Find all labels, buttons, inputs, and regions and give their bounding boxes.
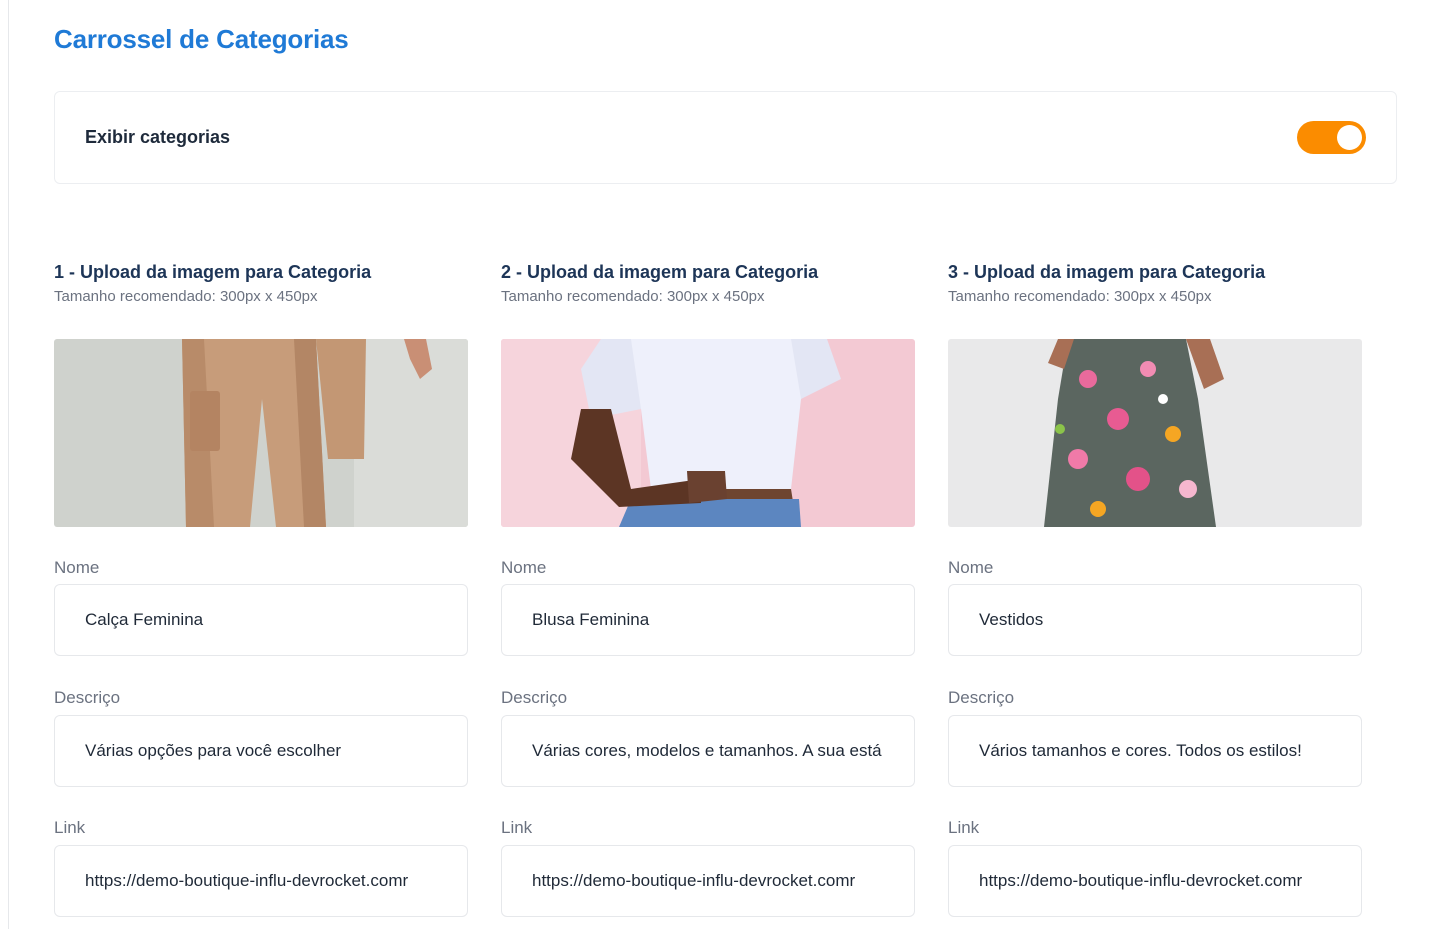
category-upload-title: 1 - Upload da imagem para Categoria (54, 262, 372, 282)
category-image-pants[interactable] (54, 339, 468, 527)
page-title: Carrossel de Categorias (54, 24, 349, 54)
name-label: Nome (501, 558, 547, 577)
name-input[interactable]: Blusa Feminina (501, 584, 915, 656)
category-image-blouse[interactable] (501, 339, 915, 527)
display-categories-toggle[interactable] (1297, 121, 1366, 154)
link-input[interactable]: https://demo-boutique-influ-devrocket.co… (54, 845, 468, 917)
link-input[interactable]: https://demo-boutique-influ-devrocket.co… (948, 845, 1362, 917)
description-input[interactable]: Várias cores, modelos e tamanhos. A sua … (501, 715, 915, 787)
category-upload-title: 3 - Upload da imagem para Categoria (948, 262, 1266, 282)
description-label: Descriço (948, 688, 1015, 707)
link-label: Link (948, 818, 980, 837)
display-categories-label: Exibir categorias (85, 127, 231, 147)
category-upload-size-hint: Tamanho recomendado: 300px x 450px (54, 288, 318, 305)
description-input[interactable]: Várias opções para você escolher (54, 715, 468, 787)
description-input[interactable]: Vários tamanhos e cores. Todos os estilo… (948, 715, 1362, 787)
name-label: Nome (54, 558, 100, 577)
left-divider (8, 0, 9, 929)
category-upload-title: 2 - Upload da imagem para Categoria (501, 262, 819, 282)
description-label: Descriço (54, 688, 121, 707)
toggle-knob (1337, 125, 1362, 150)
name-input[interactable]: Vestidos (948, 584, 1362, 656)
category-upload-size-hint: Tamanho recomendado: 300px x 450px (501, 288, 765, 305)
link-label: Link (501, 818, 533, 837)
category-card-1: 1 - Upload da imagem para Categoria Tama… (54, 262, 468, 917)
category-upload-size-hint: Tamanho recomendado: 300px x 450px (948, 288, 1212, 305)
category-card-3: 3 - Upload da imagem para Categoria Tama… (948, 262, 1362, 917)
link-input[interactable]: https://demo-boutique-influ-devrocket.co… (501, 845, 915, 917)
display-categories-card: Exibir categorias (54, 91, 1397, 184)
name-input[interactable]: Calça Feminina (54, 584, 468, 656)
link-label: Link (54, 818, 86, 837)
category-image-dress[interactable] (948, 339, 1362, 527)
name-label: Nome (948, 558, 994, 577)
description-label: Descriço (501, 688, 568, 707)
category-card-2: 2 - Upload da imagem para Categoria Tama… (501, 262, 915, 917)
